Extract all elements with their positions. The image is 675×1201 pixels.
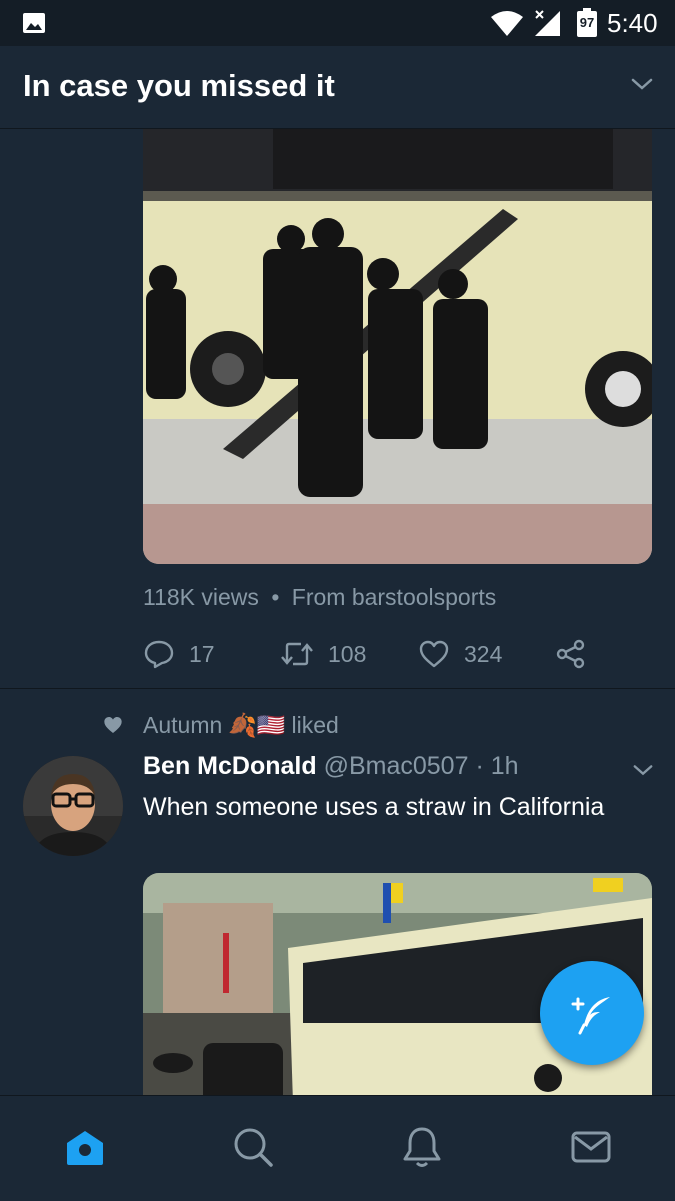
- tweet-media-meta: 118K views • From barstoolsports: [143, 584, 496, 611]
- reply-button[interactable]: 17: [143, 634, 215, 674]
- home-icon: [67, 1131, 103, 1165]
- notifications-icon: [403, 1127, 441, 1167]
- like-count: 324: [464, 640, 503, 667]
- social-context-emoji: 🍂🇺🇸: [228, 712, 286, 738]
- social-context-user: Autumn: [143, 712, 223, 738]
- avatar[interactable]: [23, 756, 123, 856]
- share-button[interactable]: [555, 634, 587, 674]
- author-handle[interactable]: @Bmac0507: [324, 752, 469, 780]
- app-header: In case you missed it: [0, 46, 675, 129]
- compose-tweet-button[interactable]: [540, 961, 644, 1065]
- retweet-button[interactable]: 108: [280, 634, 366, 674]
- signal-icon: [535, 10, 560, 36]
- nav-messages[interactable]: [566, 1124, 616, 1170]
- share-icon: [556, 639, 585, 669]
- bottom-navigation: [0, 1095, 675, 1201]
- timeline-feed[interactable]: 118K views • From barstoolsports 17 108 …: [0, 129, 675, 1095]
- search-icon: [234, 1128, 273, 1167]
- page-title: In case you missed it: [23, 68, 335, 103]
- tweet-time: · 1h: [475, 752, 519, 780]
- tweet-actions: 17 108 324: [143, 634, 623, 674]
- heart-icon: [419, 640, 449, 668]
- retweet-count: 108: [328, 640, 367, 667]
- compose-feather-icon: [571, 997, 610, 1035]
- retweet-icon: [281, 642, 313, 666]
- video-frame-1: [143, 129, 652, 564]
- nav-home[interactable]: [60, 1124, 110, 1170]
- messages-icon: [571, 1131, 611, 1163]
- reply-icon: [144, 640, 174, 669]
- view-count: 118K views: [143, 584, 259, 610]
- nav-search[interactable]: [228, 1124, 278, 1170]
- meta-separator: •: [271, 584, 280, 610]
- battery-level: 97: [579, 15, 595, 30]
- media-source[interactable]: From barstoolsports: [292, 584, 497, 610]
- reply-count: 17: [189, 640, 215, 667]
- status-time: 5:40: [607, 8, 658, 38]
- wifi-icon: [491, 11, 523, 36]
- avatar-image: [23, 756, 123, 856]
- tweet-text: When someone uses a straw in California: [143, 793, 605, 821]
- author-name[interactable]: Ben McDonald: [143, 752, 317, 780]
- chevron-down-icon[interactable]: [630, 76, 654, 92]
- chevron-down-icon[interactable]: [632, 762, 654, 778]
- tweet-video-1[interactable]: [143, 129, 652, 564]
- social-context[interactable]: Autumn 🍂🇺🇸 liked: [143, 712, 339, 739]
- social-context-action: liked: [291, 712, 339, 738]
- nav-notifications[interactable]: [397, 1124, 447, 1170]
- liked-heart-icon: [104, 717, 122, 733]
- status-bar: 97 5:40: [0, 0, 675, 46]
- like-button[interactable]: 324: [418, 634, 502, 674]
- tweet-header: Ben McDonald @Bmac0507 · 1h: [143, 752, 519, 781]
- tweet-divider: [0, 688, 675, 689]
- gallery-icon: [23, 13, 45, 33]
